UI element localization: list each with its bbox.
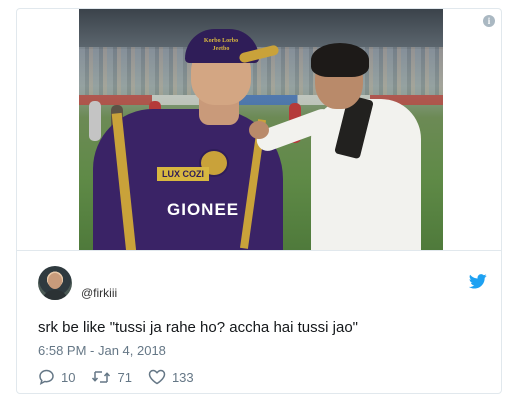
tweet-text: srk be like "tussi ja rahe ho? accha hai… [38, 319, 358, 336]
stadium-roof [79, 9, 443, 49]
retweet-icon [92, 371, 111, 383]
tweet-photo[interactable]: Korbo Lorbo Jeetbo LUX COZI GIONEE [79, 9, 443, 250]
like-button[interactable]: 133 [148, 369, 194, 385]
avatar-face [48, 273, 62, 289]
info-icon[interactable]: i [483, 15, 495, 27]
reply-count: 10 [61, 369, 76, 385]
background-person [89, 101, 101, 141]
tweet-timestamp[interactable]: 6:58 PM - Jan 4, 2018 [38, 343, 166, 359]
author-handle[interactable]: @firkiii [81, 286, 117, 300]
retweet-button[interactable]: 71 [91, 369, 132, 385]
reply-icon [39, 369, 54, 385]
avatar[interactable] [38, 266, 72, 300]
like-count: 133 [171, 369, 194, 385]
avatar-shoulders [42, 290, 68, 300]
man-hand [249, 121, 269, 139]
tweet-actions: 10 71 133 [38, 367, 210, 387]
tweet-card[interactable]: i Korbo Lorbo Jeetbo LUX COZI GIONEE @fi… [16, 8, 502, 394]
sponsor-badge: LUX COZI [157, 167, 209, 181]
cap-lettering: Korbo Lorbo Jeetbo [203, 38, 239, 52]
retweet-count: 71 [117, 369, 132, 385]
divider [17, 250, 501, 251]
reply-button[interactable]: 10 [38, 369, 75, 385]
twitter-bird-icon[interactable] [469, 274, 487, 289]
sponsor-logo: GIONEE [167, 200, 240, 219]
man-hair [311, 43, 369, 77]
heart-icon [148, 369, 166, 385]
